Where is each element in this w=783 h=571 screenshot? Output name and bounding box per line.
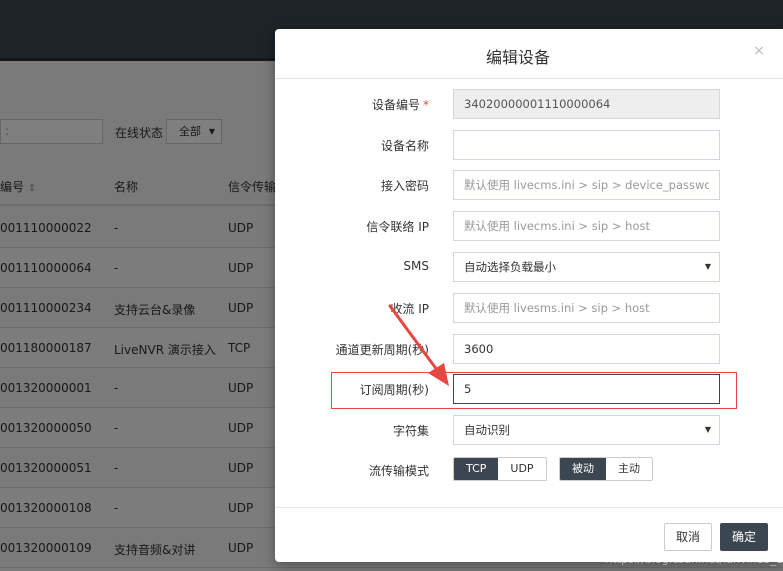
- device-name-label: 设备名称: [380, 139, 429, 153]
- field-device-id: 设备编号 *: [275, 89, 783, 119]
- password-label: 接入密码: [380, 179, 429, 193]
- modal-header: 编辑设备 ×: [275, 29, 783, 79]
- field-stream-ip: 收流 IP: [275, 293, 783, 323]
- required-mark: *: [423, 98, 429, 112]
- password-input[interactable]: [453, 170, 720, 200]
- protocol-toggle: TCP UDP: [453, 457, 547, 481]
- field-transport-mode: 流传输模式 TCP UDP 被动 主动: [275, 457, 783, 487]
- field-signal-ip: 信令联络 IP: [275, 211, 783, 241]
- channel-period-label: 通道更新周期(秒): [335, 343, 429, 357]
- caret-down-icon: ▼: [704, 425, 711, 434]
- field-charset: 字符集 自动识别 ▼: [275, 415, 783, 445]
- sms-value: 自动选择负载最小: [464, 260, 556, 274]
- edit-device-modal: 编辑设备 × 设备编号* 设备名称 接入密码 信令联络 IP SMS 自动选择负…: [275, 29, 783, 562]
- confirm-button[interactable]: 确定: [720, 523, 769, 551]
- signal-ip-input[interactable]: [453, 211, 720, 241]
- device-id-input: [453, 89, 720, 119]
- device-id-label: 设备编号 *: [371, 98, 429, 112]
- watermark-text: https://blog.csdn.net/lanvin13_1: [605, 553, 783, 566]
- field-sms: SMS 自动选择负载最小 ▼: [275, 252, 783, 282]
- sms-label: SMS: [403, 259, 429, 273]
- signal-ip-label: 信令联络 IP: [366, 220, 429, 234]
- field-channel-period: 通道更新周期(秒): [275, 334, 783, 364]
- stream-ip-label: 收流 IP: [390, 302, 429, 316]
- udp-button[interactable]: UDP: [498, 458, 546, 480]
- device-name-input[interactable]: [453, 130, 720, 160]
- sms-select[interactable]: 自动选择负载最小 ▼: [453, 252, 720, 282]
- direction-toggle: 被动 主动: [559, 457, 653, 481]
- charset-select[interactable]: 自动识别 ▼: [453, 415, 720, 445]
- caret-down-icon: ▼: [704, 262, 711, 271]
- modal-title: 编辑设备: [485, 48, 550, 67]
- active-button[interactable]: 主动: [606, 458, 652, 480]
- charset-value: 自动识别: [464, 423, 510, 437]
- passive-button[interactable]: 被动: [560, 458, 606, 480]
- cancel-button[interactable]: 取消: [664, 523, 713, 551]
- stream-ip-input[interactable]: [453, 293, 720, 323]
- field-device-name: 设备名称: [275, 130, 783, 160]
- field-password: 接入密码: [275, 170, 783, 200]
- tcp-button[interactable]: TCP: [454, 458, 499, 480]
- annotation-highlight-box: [331, 372, 737, 409]
- channel-period-input[interactable]: [453, 334, 720, 364]
- transport-mode-label: 流传输模式: [368, 464, 429, 478]
- close-icon[interactable]: ×: [753, 43, 765, 59]
- charset-label: 字符集: [392, 424, 429, 438]
